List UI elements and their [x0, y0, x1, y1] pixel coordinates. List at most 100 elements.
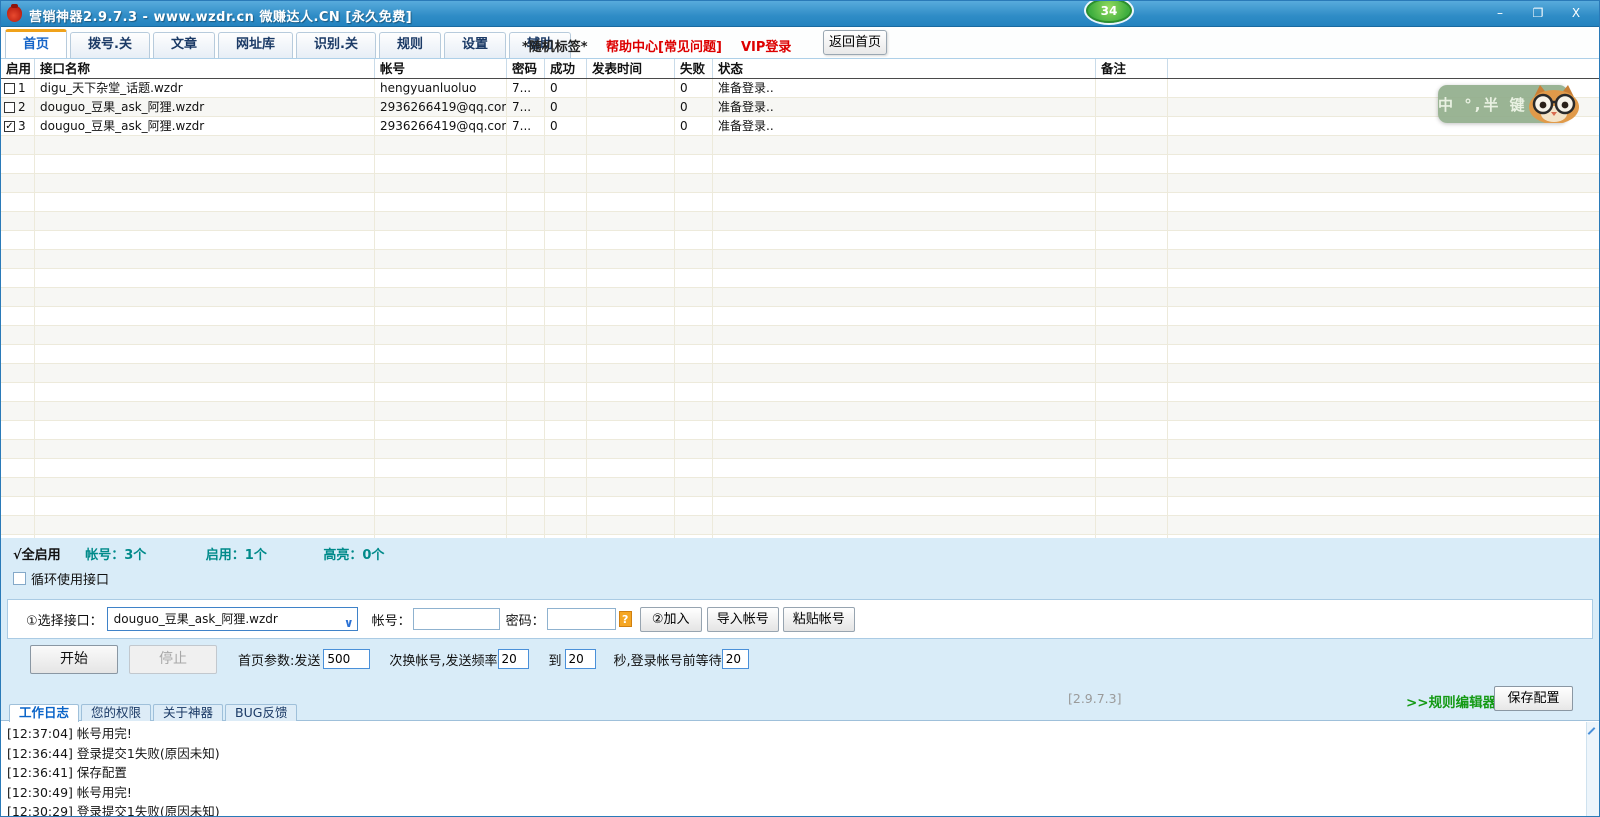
cell-fail	[675, 174, 713, 192]
add-account-panel: ①选择接口： douguo_豆果_ask_阿狸.wzdr ∨ 帐号： 密码： ?…	[7, 599, 1593, 639]
interface-select[interactable]: douguo_豆果_ask_阿狸.wzdr ∨	[106, 607, 358, 631]
table-row[interactable]: 2 douguo_豆果_ask_阿狸.wzdr 2936266419@qq.com 7…	[1, 98, 1599, 117]
maximize-button[interactable]: ❐	[1527, 5, 1549, 22]
cell-status	[713, 345, 1096, 363]
frequency-max-input[interactable]	[564, 649, 596, 669]
cell-account	[375, 383, 507, 401]
start-button[interactable]: 开始	[30, 644, 118, 674]
help-center-link[interactable]: 帮助中心[常见问题]	[606, 36, 722, 55]
footer-tab-关于神器[interactable]: 关于神器	[153, 704, 224, 721]
tab-识别.关[interactable]: 识别.关	[296, 32, 376, 58]
lower-panel: √全启用 帐号：3个 启用：1个 高亮：0个 循环使用接口 ①选择接口： dou…	[1, 538, 1599, 816]
row-enable-checkbox[interactable]: ✓	[4, 120, 15, 132]
cell-fail	[675, 478, 713, 496]
cell-post_time	[587, 497, 675, 515]
cell-password: 7...	[507, 79, 545, 97]
frequency-min-input[interactable]	[497, 649, 529, 669]
enabled-count: 启用：1个	[205, 548, 267, 563]
account-input[interactable]	[412, 608, 500, 630]
cell-note	[1096, 288, 1168, 306]
password-input[interactable]	[546, 608, 616, 630]
cell-fail	[675, 459, 713, 477]
tab-首页[interactable]: 首页	[5, 29, 68, 58]
table-row[interactable]: ✓ 3 douguo_豆果_ask_阿狸.wzdr 2936266419@qq.com…	[1, 117, 1599, 136]
footer-tab-BUG反馈[interactable]: BUG反馈	[225, 704, 298, 721]
wait-seconds-input[interactable]	[721, 649, 749, 669]
table-row[interactable]: 1 digu_天下杂堂_话题.wzdr hengyuanluoluo 7... 0 0 准备…	[1, 79, 1599, 98]
cell-success: 0	[545, 117, 587, 135]
cell-fail	[675, 307, 713, 325]
back-home-button[interactable]: 返回首页	[823, 30, 887, 55]
cell-password	[507, 364, 545, 382]
cell-filler	[1168, 155, 1599, 173]
cell-filler	[1168, 307, 1599, 325]
cell-filler	[1168, 174, 1599, 192]
cell-account	[375, 478, 507, 496]
title-bar: 营销神器2.9.7.3 - www.wzdr.cn 微赚达人.CN [永久免费]…	[1, 1, 1599, 27]
enable-cell: ✓ 3	[1, 117, 35, 135]
cell-success	[545, 459, 587, 477]
enable-cell: 2	[1, 98, 35, 116]
cell-account	[375, 193, 507, 211]
random-tag-link[interactable]: *随机标签*	[522, 36, 588, 55]
cell-account: 2936266419@qq.com	[375, 117, 507, 135]
loop-interface-row: 循环使用接口	[13, 569, 109, 588]
enable-all-toggle[interactable]: √全启用	[13, 548, 61, 563]
save-config-button[interactable]: 保存配置	[1494, 686, 1573, 711]
log-line: [12:37:04] 帐号用完!	[7, 726, 132, 741]
cell-password	[507, 421, 545, 439]
cell-fail	[675, 497, 713, 515]
help-icon[interactable]: ?	[618, 611, 632, 627]
cell-password	[507, 136, 545, 154]
enable-cell	[1, 440, 35, 458]
footer-tabs: 工作日志 您的权限 关于神器 BUG反馈	[9, 704, 298, 722]
wait-label: 秒,登录帐号前等待	[613, 653, 722, 669]
tab-规则[interactable]: 规则	[378, 32, 441, 58]
send-count-input[interactable]	[323, 649, 371, 669]
add-account-button[interactable]: ②加入	[639, 606, 702, 632]
log-scrollbar[interactable]	[1586, 722, 1599, 816]
cell-note	[1096, 231, 1168, 249]
cell-post_time	[587, 193, 675, 211]
vip-login-link[interactable]: VIP登录	[741, 36, 791, 55]
column-header: 失败	[675, 59, 713, 78]
cell-fail	[675, 383, 713, 401]
table-row	[1, 136, 1599, 155]
cell-post_time	[587, 79, 675, 97]
table-row	[1, 364, 1599, 383]
cell-name	[35, 440, 375, 458]
cell-password	[507, 516, 545, 534]
row-enable-checkbox[interactable]	[4, 101, 15, 113]
import-accounts-button[interactable]: 导入帐号	[706, 606, 779, 632]
table-header-row: 启用 接口名称 帐号 密码 成功 发表时间 失败 状态 备注	[1, 59, 1599, 79]
cell-filler	[1168, 383, 1599, 401]
cell-fail	[675, 212, 713, 230]
loop-interface-checkbox[interactable]	[13, 572, 26, 585]
footer-tab-您的权限[interactable]: 您的权限	[81, 704, 152, 721]
interface-select-label: ①选择接口：	[26, 613, 103, 629]
cell-filler	[1168, 345, 1599, 363]
footer-tab-工作日志[interactable]: 工作日志	[9, 704, 80, 722]
cell-password	[507, 212, 545, 230]
cell-note	[1096, 193, 1168, 211]
tab-设置[interactable]: 设置	[443, 32, 506, 58]
enable-cell	[1, 516, 35, 534]
table-row	[1, 383, 1599, 402]
table-row	[1, 516, 1599, 535]
cell-note	[1096, 497, 1168, 515]
close-button[interactable]: X	[1565, 5, 1587, 22]
cell-status	[713, 440, 1096, 458]
row-enable-checkbox[interactable]	[4, 82, 15, 94]
paste-accounts-button[interactable]: 粘贴帐号	[782, 606, 855, 632]
ime-status-widget[interactable]: 中 °,半 键	[1438, 85, 1579, 124]
cell-filler	[1168, 326, 1599, 344]
tab-网址库[interactable]: 网址库	[217, 32, 293, 58]
tab-拨号.关[interactable]: 拨号.关	[70, 32, 150, 58]
cell-note	[1096, 307, 1168, 325]
cell-success	[545, 364, 587, 382]
tab-文章[interactable]: 文章	[152, 32, 215, 58]
cell-name	[35, 421, 375, 439]
minimize-button[interactable]: –	[1489, 5, 1511, 22]
cell-password	[507, 326, 545, 344]
column-header: 状态	[713, 59, 1096, 78]
